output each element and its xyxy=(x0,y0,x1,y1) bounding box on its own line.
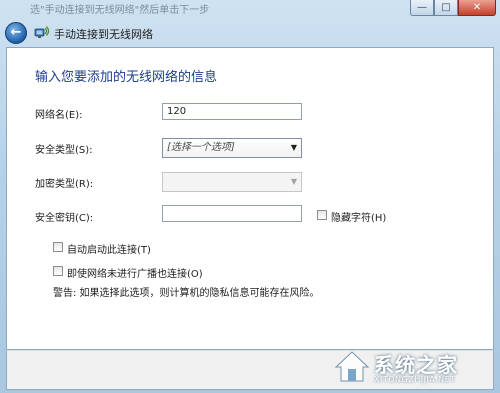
close-button[interactable]: ✕ xyxy=(458,0,496,16)
background-title: 选"手动连接到无线网络"然后单击下一步 xyxy=(30,5,210,16)
privacy-warning-text: 警告: 如果选择此选项，则计算机的隐私信息可能存在风险。 xyxy=(53,288,320,299)
content-panel: 输入您要添加的无线网络的信息 网络名(E): 120 安全类型(S): [选择一… xyxy=(6,47,494,350)
dropdown-arrow-icon: ▼ xyxy=(290,177,297,186)
connect-hidden-network-checkbox[interactable] xyxy=(53,266,63,276)
caption-buttons: — □ ✕ xyxy=(410,0,496,16)
auto-connect-checkbox[interactable] xyxy=(53,242,63,252)
watermark-house-icon xyxy=(334,351,370,382)
auto-connect-label: 自动启动此连接(T) xyxy=(67,245,151,256)
security-key-input[interactable] xyxy=(162,205,302,222)
navigation-bar: ← 手动连接到无线网络 xyxy=(0,20,500,46)
wireless-network-icon xyxy=(34,26,50,38)
back-button[interactable]: ← xyxy=(5,22,27,44)
encryption-type-label: 加密类型(R): xyxy=(35,179,94,190)
watermark-logo: 系统之家 XITONGZHIJIA.NET xyxy=(332,345,497,391)
wizard-title: 手动连接到无线网络 xyxy=(54,28,153,41)
watermark-url: XITONGZHIJIA.NET xyxy=(374,375,456,384)
security-type-label: 安全类型(S): xyxy=(35,145,93,156)
dropdown-arrow-icon: ▼ xyxy=(290,143,297,152)
security-key-label: 安全密钥(C): xyxy=(35,213,94,224)
title-bar: 选"手动连接到无线网络"然后单击下一步 — □ ✕ xyxy=(0,0,500,20)
maximize-button[interactable]: □ xyxy=(434,0,458,16)
hide-characters-checkbox[interactable] xyxy=(317,210,327,220)
security-type-value: [选择一个选项] xyxy=(167,142,235,153)
minimize-button[interactable]: — xyxy=(410,0,434,16)
network-name-label: 网络名(E): xyxy=(35,110,83,121)
encryption-type-dropdown: ▼ xyxy=(162,172,302,192)
hide-characters-label: 隐藏字符(H) xyxy=(331,213,387,224)
security-type-dropdown[interactable]: [选择一个选项] ▼ xyxy=(162,138,302,158)
watermark-text: 系统之家 xyxy=(374,353,458,377)
page-heading: 输入您要添加的无线网络的信息 xyxy=(35,70,218,85)
back-arrow-icon: ← xyxy=(10,25,22,40)
network-name-input[interactable]: 120 xyxy=(162,103,302,120)
connect-hidden-network-label: 即使网络未进行广播也连接(O) xyxy=(67,269,203,280)
window-frame: 选"手动连接到无线网络"然后单击下一步 — □ ✕ ← 手动连接到无线网络 输入… xyxy=(0,0,500,393)
